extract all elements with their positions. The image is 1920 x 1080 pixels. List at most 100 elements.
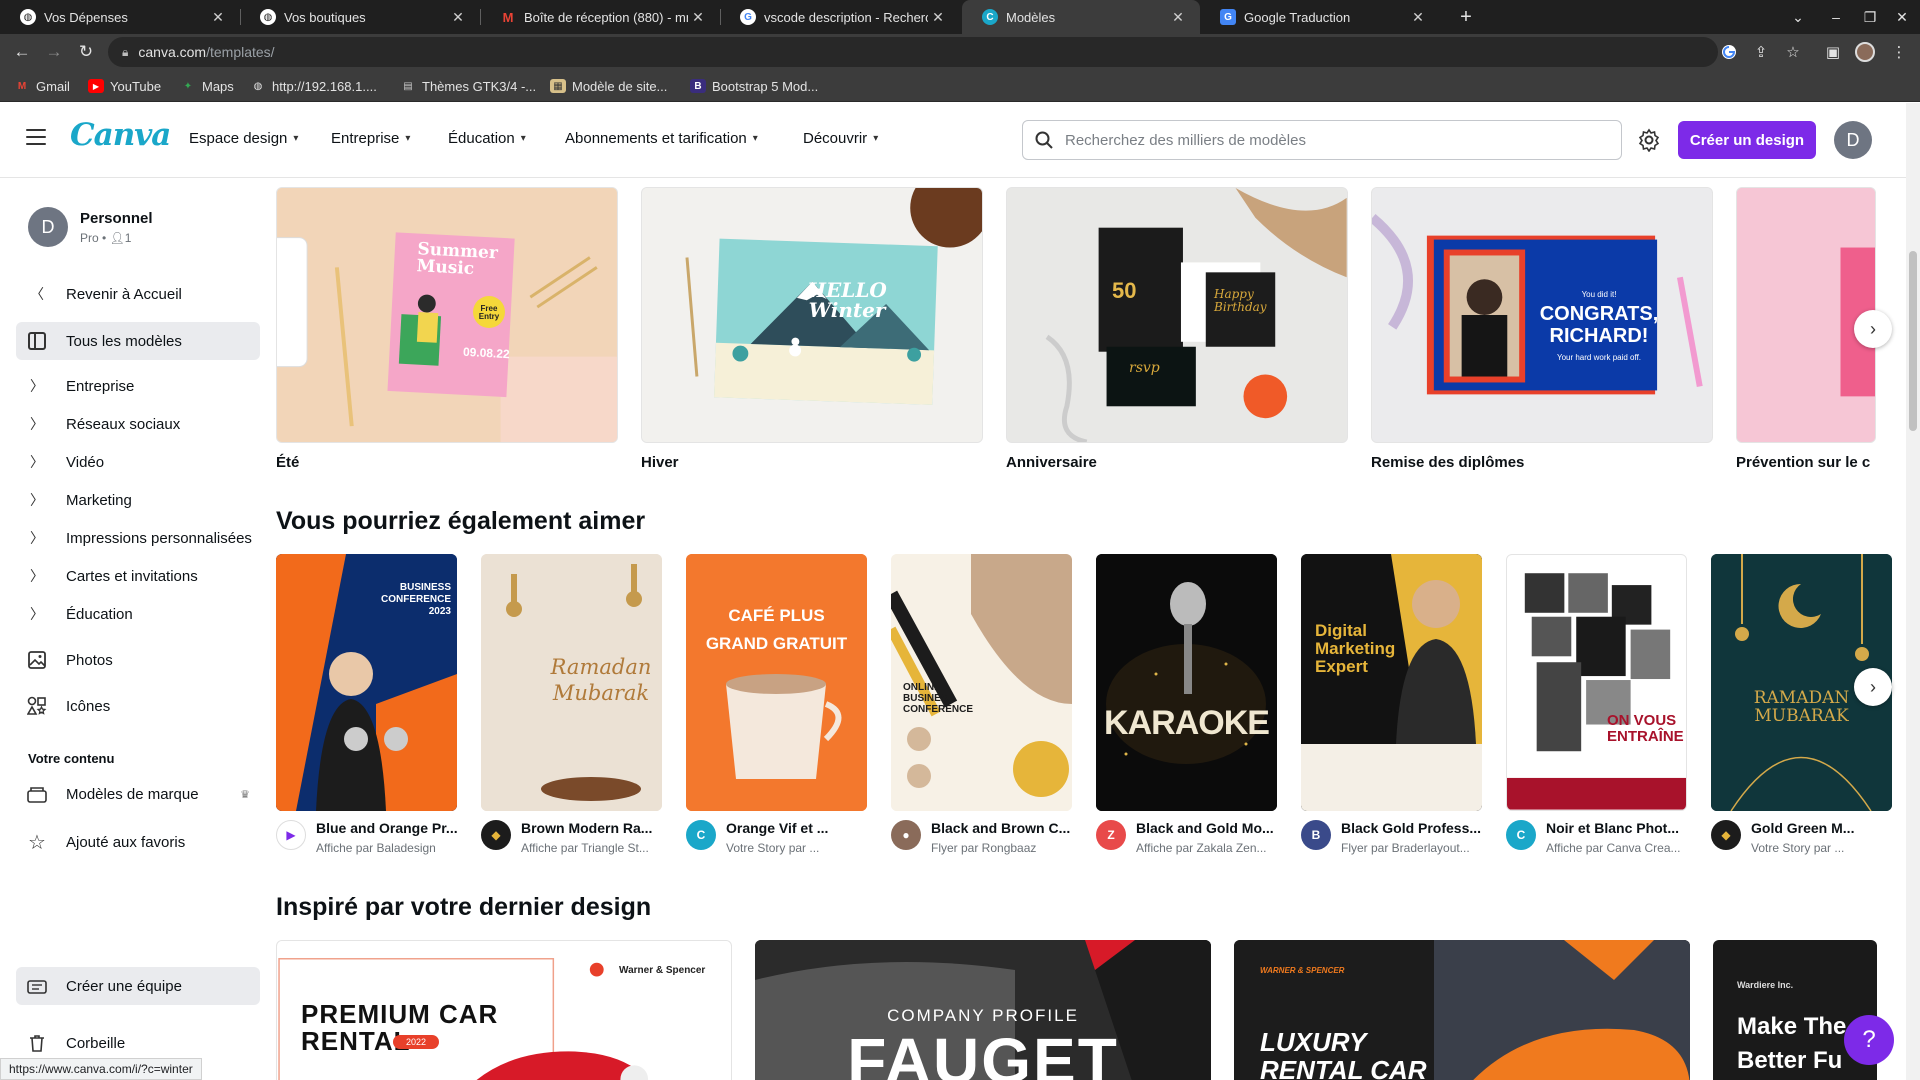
sidebar-item-trash[interactable]: Corbeille: [16, 1024, 260, 1062]
nav-entreprise[interactable]: Entreprise ▾: [331, 130, 410, 147]
sidebar-item-entreprise[interactable]: 〉 Entreprise: [16, 367, 260, 405]
create-team-button[interactable]: Créer une équipe: [16, 967, 260, 1005]
nav-decouvrir[interactable]: Découvrir ▾: [803, 130, 878, 147]
tab-search-chevron-icon[interactable]: ⌄: [1782, 0, 1814, 34]
browser-tab[interactable]: G Google Traduction ✕: [1200, 0, 1440, 34]
browser-tab[interactable]: M Boîte de réception (880) - mm ✕: [480, 0, 720, 34]
browser-tab[interactable]: ◍ Vos Dépenses ✕: [0, 0, 240, 34]
template-creator[interactable]: Affiche par Triangle St...: [521, 841, 649, 855]
browser-tab[interactable]: G vscode description - Recherch ✕: [720, 0, 960, 34]
sidebar-item-icones[interactable]: Icônes: [16, 687, 260, 725]
sidebar-item-brand-templates[interactable]: Modèles de marque ♛: [16, 775, 260, 813]
template-title[interactable]: Orange Vif et ...: [726, 820, 828, 836]
nav-education[interactable]: Éducation ▾: [448, 130, 526, 147]
template-creator[interactable]: Votre Story par ...: [1751, 841, 1844, 855]
seasonal-label[interactable]: Prévention sur le ca: [1736, 454, 1870, 471]
window-close-icon[interactable]: ✕: [1886, 0, 1918, 34]
template-title[interactable]: Black and Brown C...: [931, 820, 1070, 836]
sidebar-item-video[interactable]: 〉 Vidéo: [16, 443, 260, 481]
browser-tab-active[interactable]: C Modèles ✕: [962, 0, 1200, 34]
account-switcher[interactable]: D Personnel Pro • 👤︎1: [28, 207, 153, 247]
page-scrollbar[interactable]: [1906, 103, 1920, 1080]
template-creator[interactable]: Votre Story par ...: [726, 841, 819, 855]
template-creator[interactable]: Flyer par Braderlayout...: [1341, 841, 1470, 855]
carousel-next-arrow-icon[interactable]: ›: [1854, 668, 1892, 706]
profile-avatar-icon[interactable]: [1852, 39, 1878, 65]
share-icon[interactable]: ⇪: [1748, 39, 1774, 65]
template-thumbnail[interactable]: CAFÉ PLUS GRAND GRATUIT: [686, 554, 867, 811]
forward-arrow-icon[interactable]: →: [40, 38, 68, 66]
close-icon[interactable]: ✕: [1408, 9, 1428, 26]
sidebar-item-marketing[interactable]: 〉 Marketing: [16, 481, 260, 519]
user-avatar[interactable]: D: [1834, 121, 1872, 159]
new-tab-plus-icon[interactable]: +: [1452, 0, 1480, 34]
template-title[interactable]: Black Gold Profess...: [1341, 820, 1481, 836]
template-title[interactable]: Brown Modern Ra...: [521, 820, 652, 836]
sidebar-item-reseaux-sociaux[interactable]: 〉 Réseaux sociaux: [16, 405, 260, 443]
canva-logo[interactable]: Canva: [70, 117, 171, 153]
close-icon[interactable]: ✕: [928, 9, 948, 26]
template-title[interactable]: Blue and Orange Pr...: [316, 820, 458, 836]
template-thumbnail[interactable]: Ramadan Mubarak: [481, 554, 662, 811]
minimize-icon[interactable]: –: [1820, 0, 1852, 34]
recent-design-card[interactable]: Warner & Spencer PREMIUM CAR RENTAL 2022: [276, 940, 732, 1080]
scrollbar-thumb[interactable]: [1909, 251, 1917, 431]
sidebar-item-all-templates[interactable]: Tous les modèles: [16, 322, 260, 360]
google-lens-icon[interactable]: [1716, 39, 1742, 65]
maximize-icon[interactable]: ❐: [1854, 0, 1886, 34]
template-creator[interactable]: Affiche par Zakala Zen...: [1136, 841, 1267, 855]
side-panel-icon[interactable]: ▣: [1820, 39, 1846, 65]
template-thumbnail[interactable]: ON VOUS ENTRAÎNE: [1506, 554, 1687, 811]
sidebar-item-cartes[interactable]: 〉 Cartes et invitations: [16, 557, 260, 595]
seasonal-label[interactable]: Été: [276, 454, 299, 471]
template-thumbnail[interactable]: KARAOKE: [1096, 554, 1277, 811]
template-title[interactable]: Noir et Blanc Phot...: [1546, 820, 1679, 836]
back-to-home[interactable]: 〈 Revenir à Accueil: [16, 275, 260, 313]
seasonal-label[interactable]: Hiver: [641, 454, 679, 471]
template-thumbnail[interactable]: Digital Marketing Expert: [1301, 554, 1482, 811]
back-arrow-icon[interactable]: ←: [8, 38, 36, 66]
sidebar-item-photos[interactable]: Photos: [16, 641, 260, 679]
seasonal-card-summer[interactable]: Summer Music Free Entry 09.08.22: [276, 187, 618, 443]
sidebar-item-education[interactable]: 〉 Éducation: [16, 595, 260, 633]
nav-espace-design[interactable]: Espace design ▾: [189, 130, 298, 147]
bookmark-maps[interactable]: ✦ Maps: [180, 77, 234, 95]
bookmark-star-icon[interactable]: ☆: [1780, 39, 1806, 65]
close-icon[interactable]: ✕: [448, 9, 468, 26]
bookmark-gtk[interactable]: ▤ Thèmes GTK3/4 -...: [400, 77, 536, 95]
template-creator[interactable]: Affiche par Baladesign: [316, 841, 436, 855]
seasonal-card-winter[interactable]: HELLO Winter: [641, 187, 983, 443]
template-thumbnail[interactable]: ONLINE BUSINESS CONFERENCE: [891, 554, 1072, 811]
reload-icon[interactable]: ↻: [72, 38, 100, 66]
template-title[interactable]: Black and Gold Mo...: [1136, 820, 1274, 836]
settings-gear-icon[interactable]: [1637, 128, 1661, 152]
search-input[interactable]: [1065, 131, 1585, 149]
seasonal-card-prevention[interactable]: [1736, 187, 1876, 443]
seasonal-card-remise-diplomes[interactable]: You did it! CONGRATS, RICHARD! Your hard…: [1371, 187, 1713, 443]
bookmark-gmail[interactable]: M Gmail: [14, 77, 70, 95]
hamburger-menu-icon[interactable]: [26, 129, 46, 145]
help-question-button[interactable]: ?: [1844, 1015, 1894, 1065]
menu-dots-icon[interactable]: ⋮: [1886, 39, 1912, 65]
bookmark-local[interactable]: ◍ http://192.168.1....: [250, 77, 377, 95]
template-thumbnail[interactable]: BUSINESS CONFERENCE 2023: [276, 554, 457, 811]
nav-abonnements[interactable]: Abonnements et tarification ▾: [565, 130, 758, 147]
seasonal-label[interactable]: Remise des diplômes: [1371, 454, 1524, 471]
bookmark-bootstrap[interactable]: B Bootstrap 5 Mod...: [690, 77, 818, 95]
template-creator[interactable]: Flyer par Rongbaaz: [931, 841, 1036, 855]
address-bar[interactable]: 🔒︎ canva.com/templates/: [108, 37, 1718, 67]
sidebar-item-favorites[interactable]: ☆ Ajouté aux favoris: [16, 823, 260, 861]
close-icon[interactable]: ✕: [1168, 9, 1188, 26]
recent-design-card[interactable]: COMPANY PROFILE FAUGET: [755, 940, 1211, 1080]
close-icon[interactable]: ✕: [208, 9, 228, 26]
bookmark-youtube[interactable]: ▶ YouTube: [88, 77, 161, 95]
recent-design-card[interactable]: WARNER & SPENCER LUXURY RENTAL CAR: [1234, 940, 1690, 1080]
close-icon[interactable]: ✕: [688, 9, 708, 26]
create-design-button[interactable]: Créer un design: [1678, 121, 1816, 159]
template-creator[interactable]: Affiche par Canva Crea...: [1546, 841, 1681, 855]
browser-tab[interactable]: ◍ Vos boutiques ✕: [240, 0, 480, 34]
bookmark-site-template[interactable]: ▦ Modèle de site...: [550, 77, 667, 95]
sidebar-item-impressions[interactable]: 〉 Impressions personnalisées: [16, 519, 260, 557]
seasonal-label[interactable]: Anniversaire: [1006, 454, 1097, 471]
seasonal-card-anniversaire[interactable]: 50 Happy Birthday rsvp: [1006, 187, 1348, 443]
